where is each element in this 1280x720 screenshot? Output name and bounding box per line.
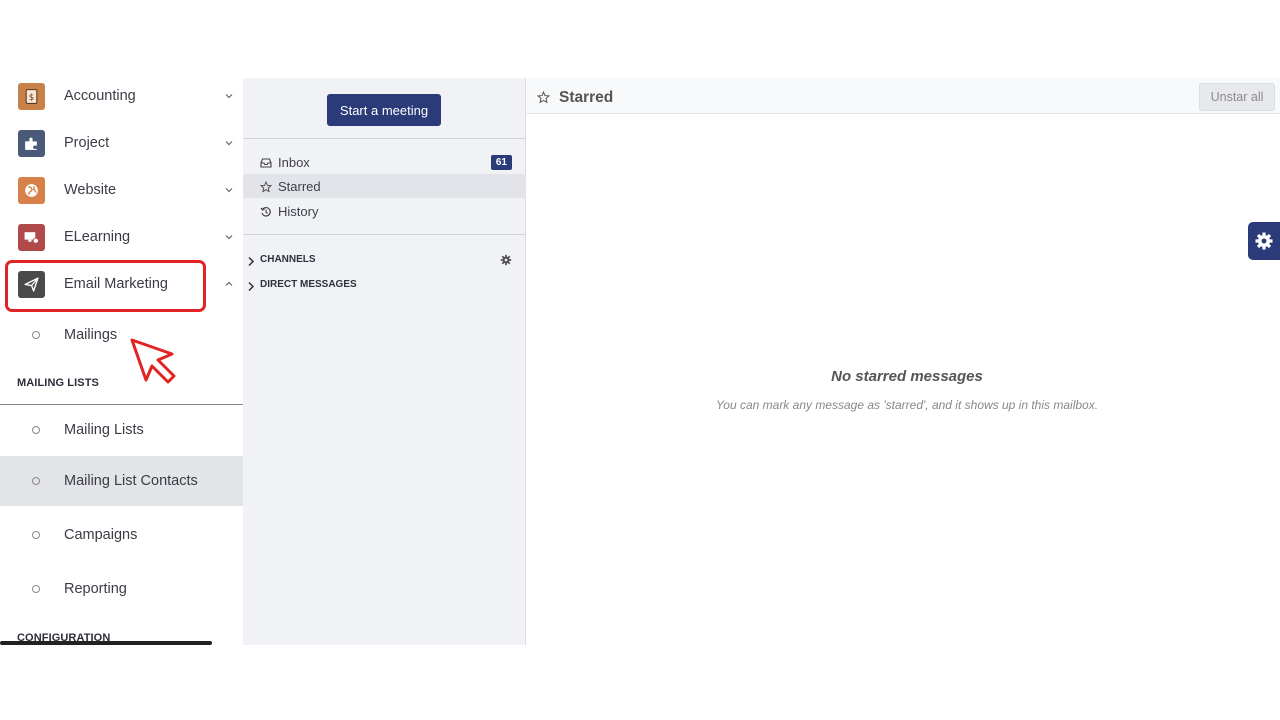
submenu-item-reporting[interactable]: Reporting [0,564,243,614]
thread-header: Starred Unstar all [527,78,1280,114]
pointer-arrow-icon [130,338,176,384]
svg-text:$: $ [29,93,34,103]
chevron-down-icon [224,232,234,242]
app-menu-elearning[interactable]: ELearning [0,214,243,260]
app-label-project: Project [64,135,110,151]
mailbox-inbox[interactable]: Inbox 61 [243,150,526,174]
start-meeting-button[interactable]: Start a meeting [327,94,441,126]
submenu-label: Reporting [64,581,127,597]
circle-bullet-icon [32,477,40,485]
app-label-elearning: ELearning [64,229,131,245]
gear-icon [1255,232,1273,250]
app-menu-website[interactable]: Website [0,167,243,213]
message-thread-area: Starred Unstar all No starred messages Y… [527,78,1280,645]
gear-icon[interactable] [500,253,512,266]
accounting-icon: $ [18,82,45,110]
history-icon [260,205,272,217]
unstar-all-button[interactable]: Unstar all [1199,83,1275,111]
submenu-label: Campaigns [64,527,138,543]
app-menu-accounting[interactable]: $ Accounting [0,73,243,119]
elearning-icon [18,223,45,251]
settings-gear-button[interactable] [1248,222,1280,260]
category-label: CHANNELS [260,253,316,265]
mailbox-history[interactable]: History [243,199,526,223]
highlight-annotation-box [5,260,206,312]
submenu-label: Mailing Lists [64,422,144,438]
chevron-down-icon [224,138,234,148]
app-label-accounting: Accounting [64,88,136,104]
divider [243,138,526,139]
puzzle-icon [18,129,45,157]
mailbox-label: Inbox [278,154,310,170]
app-menu-project[interactable]: Project [0,120,243,166]
mailbox-label: History [278,203,319,219]
chevron-right-icon [247,279,255,291]
app-viewport: $ Accounting Project Website ELearning E… [0,72,1280,645]
circle-bullet-icon [32,585,40,593]
star-icon [536,90,551,104]
submenu-item-campaigns[interactable]: Campaigns [0,510,243,560]
section-title-mailing-lists: MAILING LISTS [17,377,99,389]
discuss-sidebar: Start a meeting Inbox 61 Starred History… [243,78,526,645]
circle-bullet-icon [32,531,40,539]
app-label-website: Website [64,182,117,198]
mailbox-starred[interactable]: Starred [243,174,526,198]
chevron-right-icon [247,254,255,266]
empty-state-text: You can mark any message as 'starred', a… [715,398,1099,412]
apps-sidebar: $ Accounting Project Website ELearning E… [0,72,243,645]
empty-state-title: No starred messages [831,368,983,385]
star-icon [259,180,273,193]
chevron-up-icon [224,279,234,289]
circle-bullet-icon [32,426,40,434]
submenu-item-mailing-lists[interactable]: Mailing Lists [0,405,243,455]
submenu-item-mailings[interactable]: Mailings [0,322,243,348]
divider [243,234,526,235]
unread-count-badge: 61 [490,154,512,170]
mailbox-label: Starred [278,178,321,194]
scrollbar-indicator [0,641,212,645]
chevron-down-icon [224,91,234,101]
globe-icon [18,176,45,204]
submenu-label: Mailing List Contacts [64,473,198,489]
page-title: Starred [559,89,614,106]
submenu-item-mailing-list-contacts[interactable]: Mailing List Contacts [0,456,243,506]
category-channels[interactable]: CHANNELS [243,250,526,268]
chevron-down-icon [224,185,234,195]
category-direct-messages[interactable]: DIRECT MESSAGES [243,275,526,293]
submenu-label: Mailings [64,327,118,343]
inbox-icon [260,156,272,168]
circle-bullet-icon [32,331,40,339]
category-label: DIRECT MESSAGES [260,278,357,290]
